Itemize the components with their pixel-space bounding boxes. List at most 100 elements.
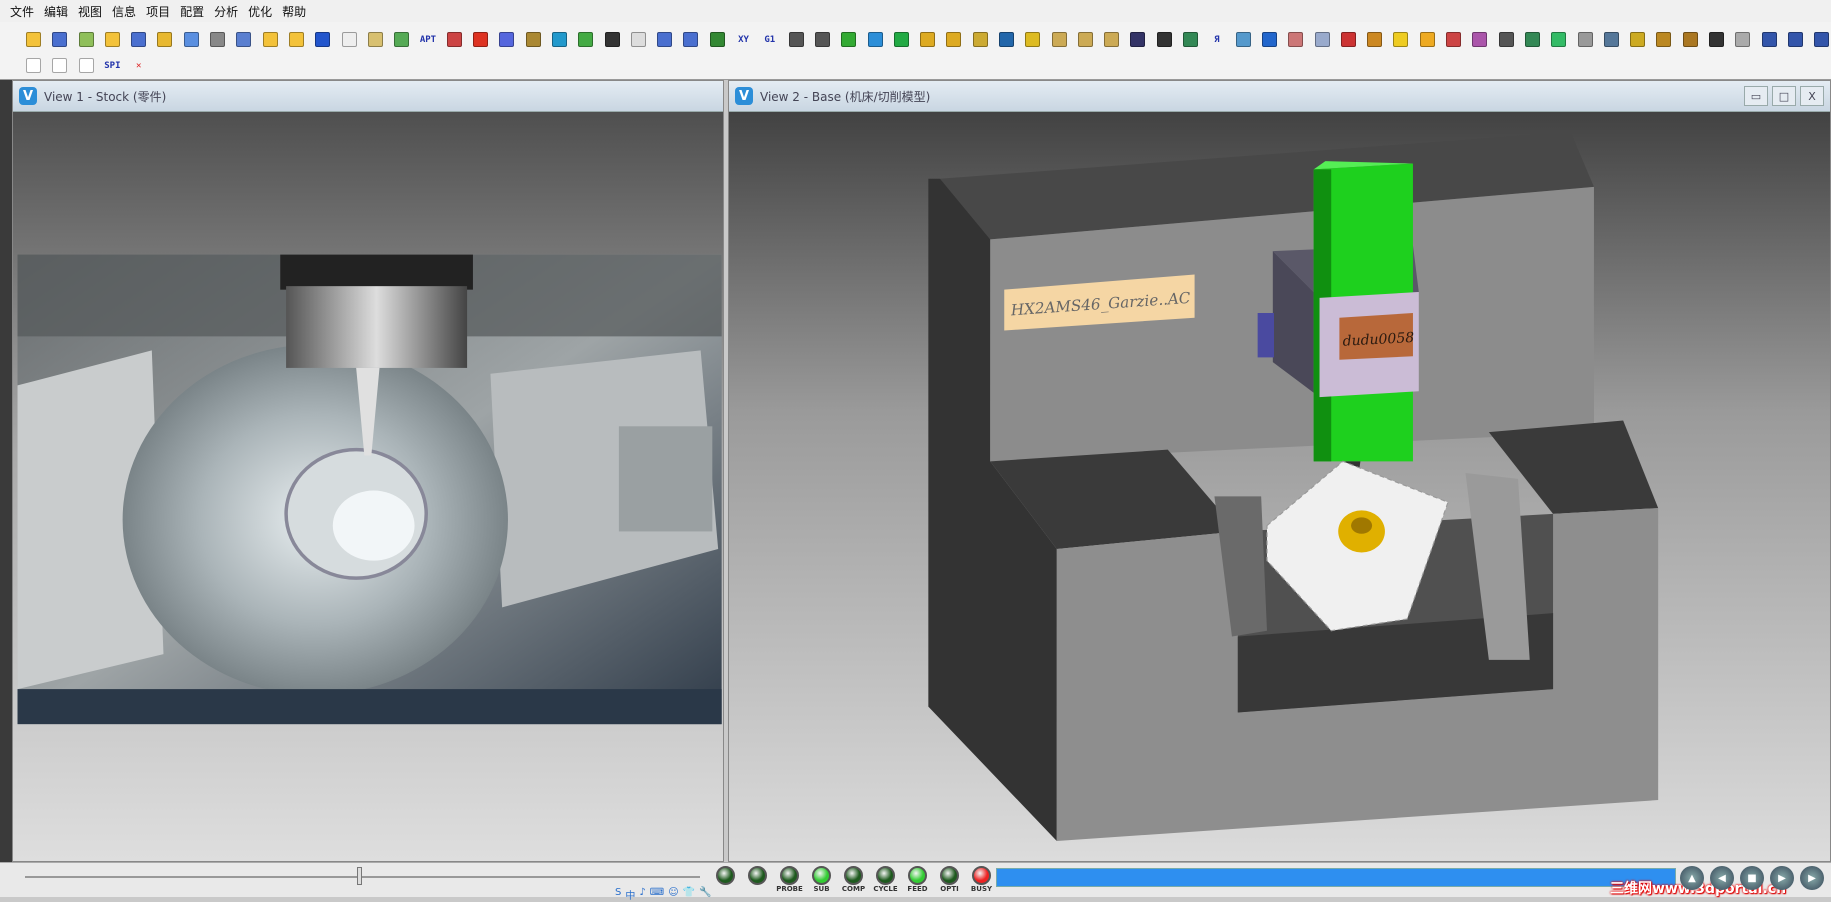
- rewind-button[interactable]: ▲: [1680, 866, 1704, 890]
- menu-item[interactable]: 编辑: [44, 3, 68, 20]
- pattern-button[interactable]: [1468, 28, 1491, 51]
- save-m-button[interactable]: [653, 28, 676, 51]
- spi-button[interactable]: SPI: [101, 54, 124, 77]
- save-file-button[interactable]: [232, 28, 255, 51]
- ruler-button[interactable]: [1547, 28, 1570, 51]
- view-1-panel[interactable]: V View 1 - Stock (零件): [12, 80, 724, 862]
- heart-button[interactable]: [548, 28, 571, 51]
- menu-item[interactable]: 优化: [248, 3, 272, 20]
- xyz-button[interactable]: XY: [732, 28, 755, 51]
- arrows-button[interactable]: [706, 28, 729, 51]
- minimize-button[interactable]: ▭: [1744, 86, 1768, 106]
- menu-item[interactable]: 信息: [112, 3, 136, 20]
- tool-x-button[interactable]: [1600, 28, 1623, 51]
- fit-button[interactable]: [1126, 28, 1149, 51]
- menu-item[interactable]: 分析: [214, 3, 238, 20]
- view-1-viewport[interactable]: [13, 112, 723, 861]
- open-ip-button[interactable]: [101, 28, 124, 51]
- zoom-in-button[interactable]: [1074, 28, 1097, 51]
- graph-button[interactable]: [1284, 28, 1307, 51]
- layout-button[interactable]: [1810, 28, 1831, 51]
- menu-item[interactable]: 视图: [78, 3, 102, 20]
- play-button[interactable]: ▶: [1800, 866, 1824, 890]
- bulb-button[interactable]: [311, 28, 334, 51]
- swap-button[interactable]: [522, 28, 545, 51]
- zoom-button[interactable]: [1048, 28, 1071, 51]
- reset-button[interactable]: [1652, 28, 1675, 51]
- stop-button[interactable]: ■: [1740, 866, 1764, 890]
- open-c-button[interactable]: [285, 28, 308, 51]
- add-button[interactable]: [890, 28, 913, 51]
- animation-speed-slider[interactable]: [25, 876, 700, 878]
- close-button[interactable]: ✕: [127, 54, 150, 77]
- view-2-panel[interactable]: V View 2 - Base (机床/切削模型) ▭ □ X: [728, 80, 1831, 862]
- save-vc-button[interactable]: [48, 28, 71, 51]
- save-ip-button[interactable]: [127, 28, 150, 51]
- spin-button[interactable]: [1626, 28, 1649, 51]
- slider-thumb[interactable]: [357, 867, 362, 885]
- check-button[interactable]: [837, 28, 860, 51]
- notes-button[interactable]: [785, 28, 808, 51]
- info-button[interactable]: [1258, 28, 1281, 51]
- single-view-button[interactable]: [1758, 28, 1781, 51]
- machine-button[interactable]: [364, 28, 387, 51]
- print-button[interactable]: [1574, 28, 1597, 51]
- lightning-button[interactable]: [1389, 28, 1412, 51]
- move-button[interactable]: [1705, 28, 1728, 51]
- diamond-button[interactable]: [916, 28, 939, 51]
- menu-item[interactable]: 项目: [146, 3, 170, 20]
- menu-item[interactable]: 帮助: [282, 3, 306, 20]
- g1-button[interactable]: G1: [758, 28, 781, 51]
- ime-item[interactable]: ♪: [639, 887, 645, 902]
- zoom-out-button[interactable]: [1100, 28, 1123, 51]
- network-button[interactable]: [1521, 28, 1544, 51]
- open-m-button[interactable]: [259, 28, 282, 51]
- target-button[interactable]: [627, 28, 650, 51]
- stock-button[interactable]: [942, 28, 965, 51]
- layout-grid-button[interactable]: [75, 54, 98, 77]
- ime-item[interactable]: 👕: [683, 887, 695, 902]
- apt-button[interactable]: APT: [416, 28, 439, 51]
- reverse-button[interactable]: Я: [1205, 28, 1228, 51]
- camera-button[interactable]: [1495, 28, 1518, 51]
- ime-item[interactable]: 🔧: [699, 887, 711, 902]
- disk-button[interactable]: [495, 28, 518, 51]
- menu-item[interactable]: 配置: [180, 3, 204, 20]
- color-button[interactable]: [1021, 28, 1044, 51]
- paint-button[interactable]: [1442, 28, 1465, 51]
- view-2-viewport[interactable]: [729, 112, 1830, 861]
- tool-button[interactable]: [469, 28, 492, 51]
- report-button[interactable]: [443, 28, 466, 51]
- login-button[interactable]: [338, 28, 361, 51]
- ime-item[interactable]: 中: [625, 887, 635, 902]
- step-play-button[interactable]: ▶: [1770, 866, 1794, 890]
- mch-file-button[interactable]: [75, 28, 98, 51]
- vericut-button[interactable]: [864, 28, 887, 51]
- step-button[interactable]: ◀: [1710, 866, 1734, 890]
- eye-button[interactable]: [1153, 28, 1176, 51]
- delete-button[interactable]: [1337, 28, 1360, 51]
- menu-item[interactable]: 文件: [10, 3, 34, 20]
- import-button[interactable]: [153, 28, 176, 51]
- info-doc-button[interactable]: [1232, 28, 1255, 51]
- copy-button[interactable]: [1311, 28, 1334, 51]
- fixture-button[interactable]: [601, 28, 624, 51]
- refresh-button[interactable]: [1731, 28, 1754, 51]
- split-view-button[interactable]: [1784, 28, 1807, 51]
- list-button[interactable]: [574, 28, 597, 51]
- cut-button[interactable]: [811, 28, 834, 51]
- settings-button[interactable]: [1679, 28, 1702, 51]
- machine-file-button[interactable]: [206, 28, 229, 51]
- optimize-button[interactable]: [1363, 28, 1386, 51]
- pc-button[interactable]: [390, 28, 413, 51]
- ime-item[interactable]: S: [615, 887, 621, 902]
- nc-file-button[interactable]: [180, 28, 203, 51]
- ime-item[interactable]: ⌨: [650, 887, 664, 902]
- open-vc-button[interactable]: [22, 28, 45, 51]
- close-button[interactable]: X: [1800, 86, 1824, 106]
- book-button[interactable]: [995, 28, 1018, 51]
- ime-item[interactable]: ☺: [668, 887, 678, 902]
- layout-top-button[interactable]: [48, 54, 71, 77]
- save-g-button[interactable]: [679, 28, 702, 51]
- rotate-button[interactable]: [1179, 28, 1202, 51]
